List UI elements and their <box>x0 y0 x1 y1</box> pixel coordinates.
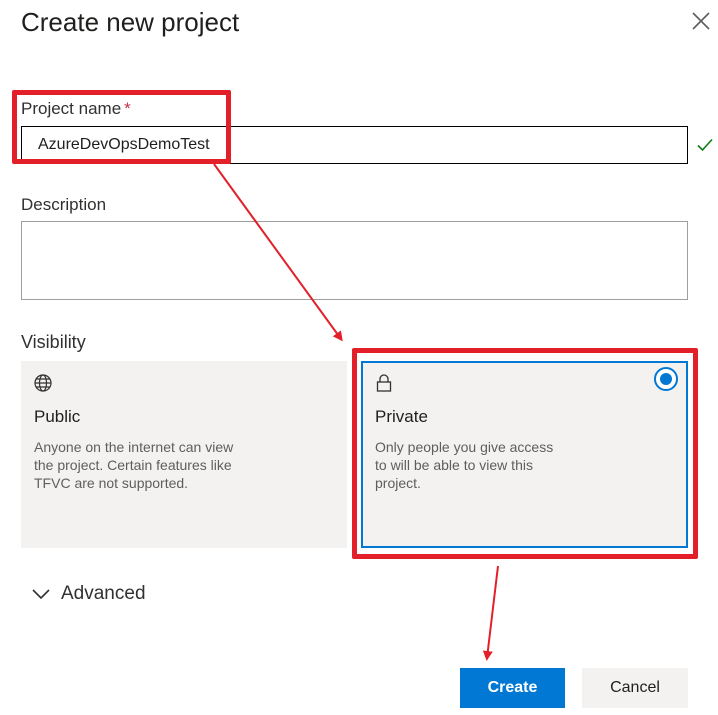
description-textarea[interactable] <box>21 221 688 300</box>
visibility-option-private[interactable]: Private Only people you give access to w… <box>361 361 688 548</box>
required-marker: * <box>124 99 131 118</box>
advanced-toggle[interactable]: Advanced <box>31 580 146 608</box>
visibility-option-public[interactable]: Public Anyone on the internet can view t… <box>21 361 347 548</box>
annotation-arrow-to-create <box>482 565 499 661</box>
description-label: Description <box>21 195 107 214</box>
project-name-input[interactable]: AzureDevOpsDemoTest <box>21 126 688 164</box>
chevron-down-icon <box>32 589 50 600</box>
private-option-description: Only people you give access to will be a… <box>375 439 554 491</box>
dialog-title: Create new project <box>21 7 240 37</box>
public-option-title: Public <box>34 407 81 426</box>
radio-dot <box>660 373 672 385</box>
private-option-title: Private <box>375 407 428 426</box>
public-option-description: Anyone on the internet can view the proj… <box>34 439 234 491</box>
cancel-button[interactable]: Cancel <box>582 668 688 708</box>
project-name-label: Project name * <box>21 99 131 118</box>
advanced-label: Advanced <box>61 583 146 604</box>
globe-icon <box>34 374 52 392</box>
close-button[interactable] <box>690 10 712 32</box>
visibility-label: Visibility <box>21 332 86 352</box>
private-radio-selected[interactable] <box>654 367 678 391</box>
close-icon <box>692 12 710 30</box>
checkmark-icon <box>697 138 713 152</box>
create-button[interactable]: Create <box>460 668 565 708</box>
lock-icon <box>376 374 392 392</box>
